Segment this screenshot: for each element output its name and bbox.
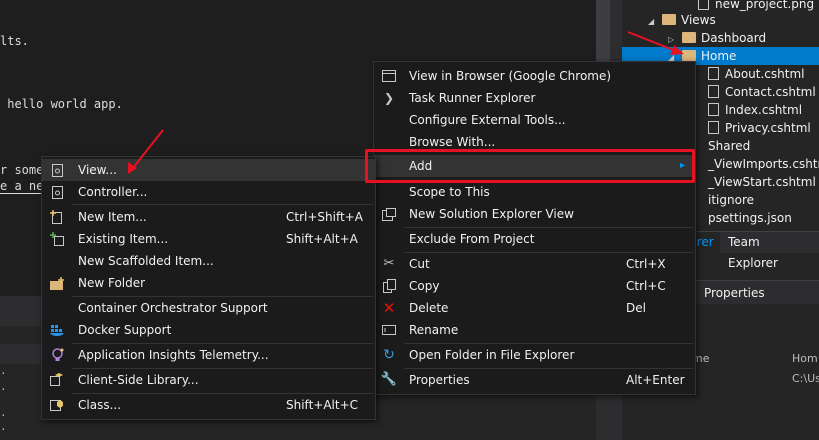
cut-icon: ✂ — [383, 256, 395, 271]
view-item-icon — [50, 163, 64, 177]
add-submenu: View... Controller... New Item... Ctrl+S… — [41, 156, 376, 420]
tree-item-dashboard[interactable]: ▷ Dashboard — [668, 29, 766, 47]
tree-item-label: Home — [701, 49, 737, 63]
menu-item-add-container-orchestrator-support[interactable]: Container Orchestrator Support — [42, 297, 375, 319]
tree-item-contact-cshtml[interactable]: Contact.cshtml — [708, 83, 816, 101]
menu-item-add-controller[interactable]: Controller... — [42, 181, 375, 203]
tree-item-shared[interactable]: Shared — [708, 137, 750, 155]
tree-item-index-cshtml[interactable]: Index.cshtml — [708, 101, 802, 119]
output-line: . — [0, 380, 7, 393]
code-line: r some — [0, 163, 44, 177]
browser-icon — [382, 69, 396, 83]
file-icon — [698, 0, 709, 10]
tree-item-appsettings[interactable]: psettings.json — [708, 209, 792, 227]
new-view-icon — [382, 207, 396, 221]
folder-icon — [682, 32, 696, 43]
menu-separator — [72, 204, 373, 205]
library-icon — [50, 373, 64, 387]
tree-item-label: Privacy.cshtml — [725, 121, 811, 135]
tree-item-viewimports[interactable]: _ViewImports.cshtml — [708, 155, 819, 173]
code-line: lts. — [0, 34, 29, 48]
menu-item-exclude-from-project[interactable]: Exclude From Project — [374, 228, 695, 250]
refresh-folder-icon: ↻ — [383, 347, 395, 363]
menu-item-view-in-browser[interactable]: View in Browser (Google Chrome) — [374, 65, 695, 87]
controller-icon — [50, 185, 64, 199]
menu-item-add-new-scaffolded-item[interactable]: New Scaffolded Item... — [42, 250, 375, 272]
rename-icon — [382, 323, 396, 337]
menu-item-properties[interactable]: 🔧 Properties Alt+Enter — [374, 369, 695, 391]
new-item-icon — [50, 210, 64, 224]
menu-item-add-view[interactable]: View... — [42, 159, 375, 181]
docker-icon — [50, 323, 64, 337]
menu-item-delete[interactable]: ✕ Delete Del — [374, 297, 695, 319]
new-folder-icon — [50, 276, 64, 290]
menu-item-add-application-insights[interactable]: Application Insights Telemetry... — [42, 344, 375, 366]
tree-item-views[interactable]: ◢ Views — [648, 11, 716, 29]
tree-item-label: Dashboard — [701, 31, 767, 45]
menu-item-open-folder-in-file-explorer[interactable]: ↻ Open Folder in File Explorer — [374, 344, 695, 366]
menu-item-add-new-item[interactable]: New Item... Ctrl+Shift+A — [42, 206, 375, 228]
menu-item-configure-external-tools[interactable]: Configure External Tools... — [374, 109, 695, 131]
output-line: . — [0, 406, 7, 419]
tree-item-privacy-cshtml[interactable]: Privacy.cshtml — [708, 119, 811, 137]
tree-item-label: Contact.cshtml — [725, 85, 816, 99]
output-line: . — [0, 420, 7, 433]
tree-item-gitignore[interactable]: itignore — [708, 191, 754, 209]
delete-icon: ✕ — [382, 299, 396, 317]
scrollbar-thumb[interactable] — [596, 0, 610, 62]
menu-item-new-solution-explorer-view[interactable]: New Solution Explorer View — [374, 203, 695, 225]
insights-icon — [50, 348, 64, 362]
property-value: C:\Us — [792, 372, 819, 385]
menu-item-copy[interactable]: Copy Ctrl+C — [374, 275, 695, 297]
menu-item-scope-to-this[interactable]: Scope to This — [374, 181, 695, 203]
code-underline — [0, 193, 44, 194]
razor-file-icon — [708, 103, 719, 116]
tree-item-label: Views — [681, 13, 716, 27]
tree-item-label: About.cshtml — [725, 67, 805, 81]
tree-item-about-cshtml[interactable]: About.cshtml — [708, 65, 804, 83]
property-value-header: Hom — [792, 352, 818, 365]
annotation-highlight-box — [365, 149, 695, 183]
menu-item-cut[interactable]: ✂ Cut Ctrl+X — [374, 253, 695, 275]
existing-item-icon — [50, 232, 64, 246]
razor-file-icon — [708, 85, 719, 98]
output-line: . — [0, 364, 7, 377]
wrench-icon: 🔧 — [380, 372, 398, 387]
menu-item-add-class[interactable]: Class... Shift+Alt+C — [42, 394, 375, 416]
expand-arrow-icon[interactable]: ◢ — [648, 13, 656, 31]
tree-item-label: new_project.png — [715, 0, 815, 11]
razor-file-icon — [708, 121, 719, 134]
tree-item-label: Index.cshtml — [725, 103, 803, 117]
folder-icon — [662, 14, 676, 25]
tree-item-viewstart[interactable]: _ViewStart.cshtml — [708, 173, 816, 191]
menu-item-rename[interactable]: Rename — [374, 319, 695, 341]
context-menu: View in Browser (Google Chrome) ❯ Task R… — [373, 61, 696, 395]
tab-team-explorer[interactable]: Team Explorer — [722, 232, 819, 270]
class-icon — [50, 398, 64, 412]
task-runner-icon: ❯ — [383, 91, 395, 105]
copy-icon — [382, 279, 396, 293]
menu-item-add-existing-item[interactable]: Existing Item... Shift+Alt+A — [42, 228, 375, 250]
menu-item-add-client-side-library[interactable]: Client-Side Library... — [42, 369, 375, 391]
menu-item-task-runner-explorer[interactable]: ❯ Task Runner Explorer — [374, 87, 695, 109]
razor-file-icon — [708, 67, 719, 80]
menu-item-add-docker-support[interactable]: Docker Support — [42, 319, 375, 341]
menu-item-add-new-folder[interactable]: New Folder — [42, 272, 375, 294]
folder-icon — [682, 50, 696, 61]
code-line: hello world app. — [0, 97, 123, 111]
